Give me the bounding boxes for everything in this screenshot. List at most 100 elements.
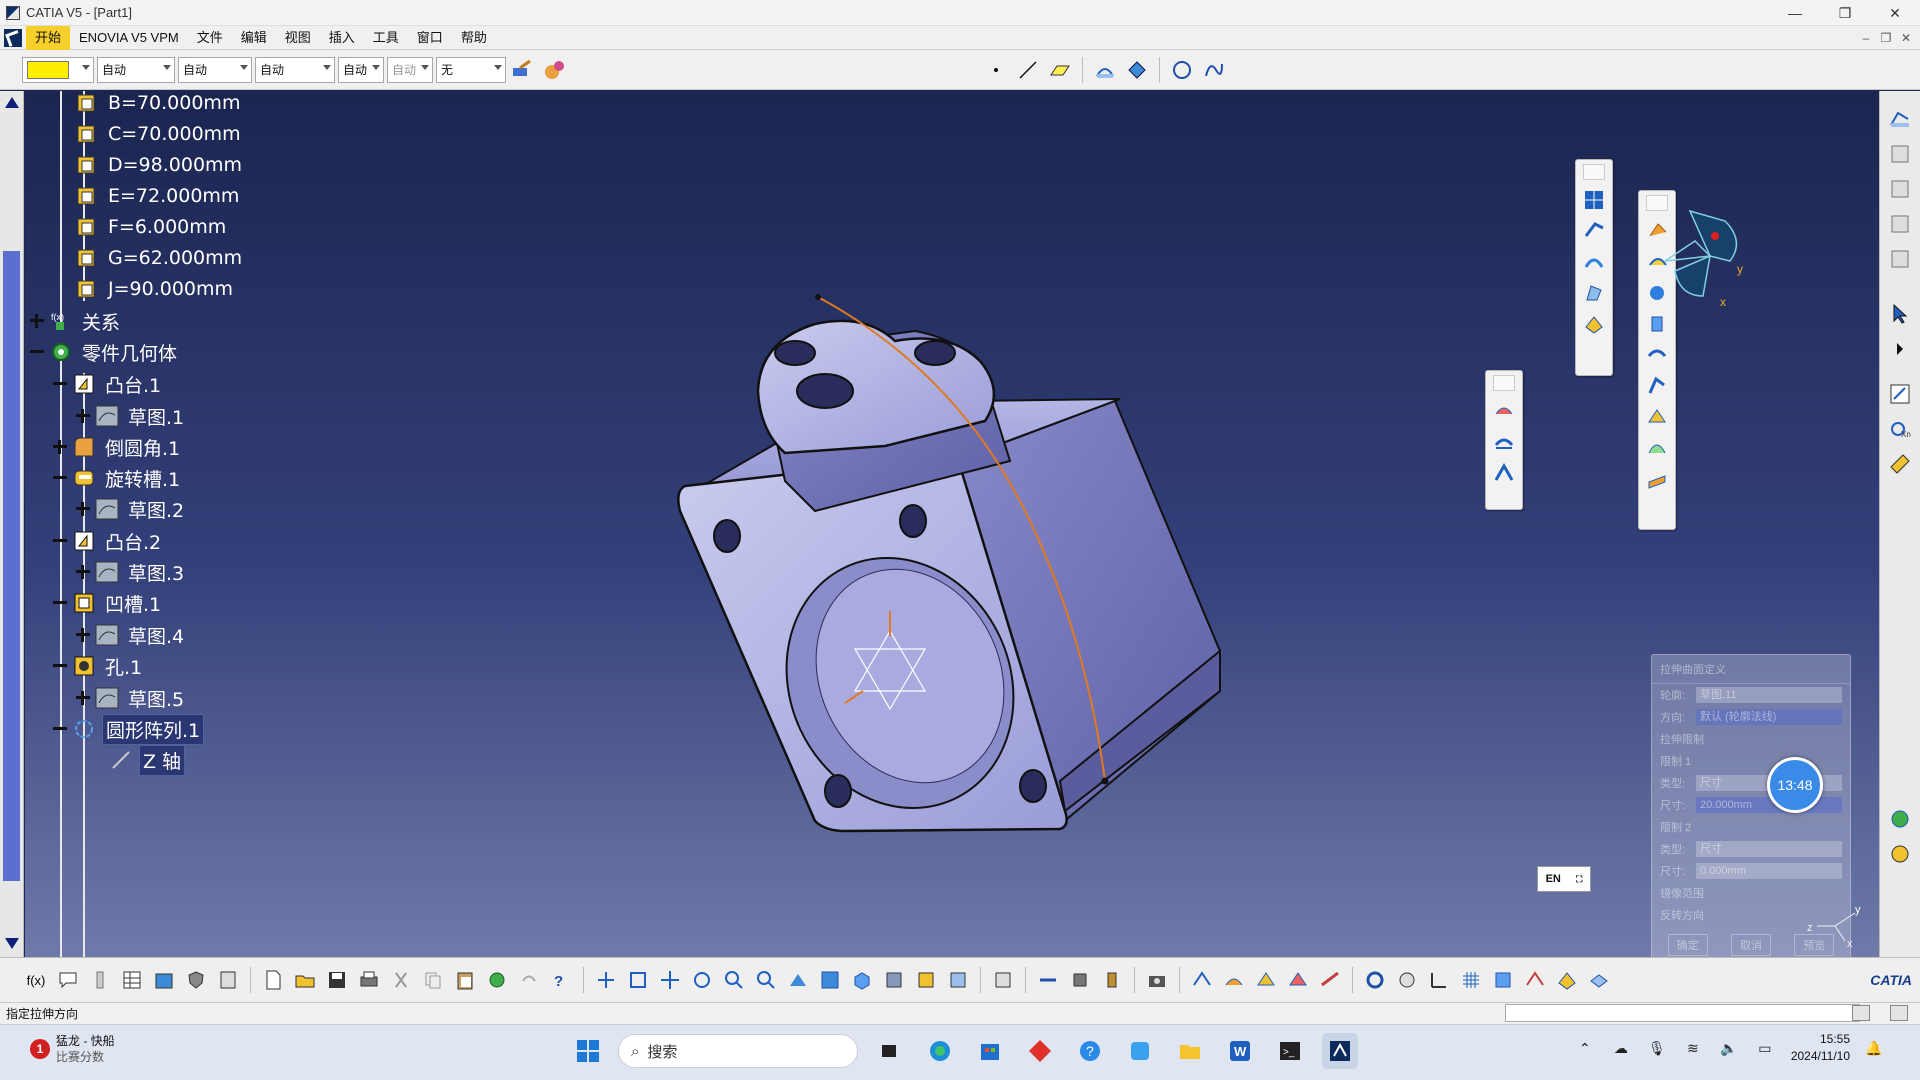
maximize-button[interactable]: ❐ bbox=[1820, 0, 1870, 26]
extract-icon[interactable] bbox=[1252, 966, 1280, 994]
select-arrow-icon[interactable] bbox=[1886, 300, 1914, 328]
tree-item-sketch-4[interactable]: 草图.4 bbox=[75, 620, 187, 650]
print-icon[interactable] bbox=[355, 966, 383, 994]
intersection-icon[interactable] bbox=[1123, 56, 1151, 84]
reverse-direction-button[interactable]: 反转方向 bbox=[1652, 904, 1850, 926]
open-folder-icon[interactable] bbox=[291, 966, 319, 994]
doc-close-button[interactable]: ✕ bbox=[1896, 31, 1916, 45]
line-type-dropdown[interactable]: 自动 bbox=[255, 56, 335, 83]
circle-icon[interactable] bbox=[1168, 56, 1196, 84]
tree-item-sketch-2[interactable]: 草图.2 bbox=[75, 494, 187, 524]
microphone-icon[interactable]: 🎙 bbox=[1647, 1038, 1667, 1058]
expand-icon[interactable] bbox=[75, 564, 91, 580]
help-icon[interactable]: ? bbox=[547, 966, 575, 994]
chevron-up-icon[interactable]: ⌃ bbox=[1575, 1038, 1595, 1058]
scroll-thumb[interactable] bbox=[3, 251, 20, 881]
snap-icon[interactable] bbox=[1521, 966, 1549, 994]
line-icon[interactable] bbox=[1014, 56, 1042, 84]
arc-surface-icon[interactable] bbox=[1581, 248, 1607, 276]
collapse-icon[interactable] bbox=[52, 595, 68, 611]
tree-item-param-c[interactable]: C=70.000mm bbox=[75, 119, 244, 149]
file-explorer-icon[interactable] bbox=[1172, 1033, 1208, 1069]
tree-item-z-axis[interactable]: Z 轴 bbox=[87, 744, 186, 776]
stop-command-icon[interactable] bbox=[1890, 1005, 1908, 1021]
collapse-icon[interactable] bbox=[52, 533, 68, 549]
wifi-icon[interactable]: ≋ bbox=[1683, 1038, 1703, 1058]
catia-logo-icon[interactable] bbox=[4, 28, 22, 47]
formula-icon[interactable]: Xn bbox=[1886, 415, 1914, 443]
adaptive-sweep-icon[interactable] bbox=[1644, 434, 1670, 462]
menu-help[interactable]: 帮助 bbox=[452, 26, 496, 50]
paste-icon[interactable] bbox=[451, 966, 479, 994]
tree-item-groove-1[interactable]: 旋转槽.1 bbox=[52, 463, 183, 493]
windows-start-icon[interactable] bbox=[570, 1033, 606, 1069]
expand-icon[interactable] bbox=[75, 627, 91, 643]
table-icon[interactable] bbox=[118, 966, 146, 994]
layer-icon[interactable] bbox=[1886, 175, 1914, 203]
tree-item-param-d[interactable]: D=98.000mm bbox=[75, 150, 245, 180]
tree-item-param-b[interactable]: B=70.000mm bbox=[75, 91, 243, 118]
tree-item-param-j[interactable]: J=90.000mm bbox=[75, 274, 236, 304]
color-dropdown[interactable] bbox=[22, 56, 94, 83]
comment-icon[interactable] bbox=[54, 966, 82, 994]
sketch-tool-icon[interactable] bbox=[1886, 105, 1914, 133]
catalog-icon[interactable] bbox=[150, 966, 178, 994]
connect-icon[interactable] bbox=[1188, 966, 1216, 994]
copilot-icon[interactable] bbox=[1122, 1033, 1158, 1069]
notifications-icon[interactable]: 🔔 bbox=[1864, 1038, 1884, 1058]
shield-icon[interactable] bbox=[182, 966, 210, 994]
spline-icon[interactable] bbox=[1200, 56, 1228, 84]
loft-icon[interactable] bbox=[1644, 403, 1670, 431]
tree-item-param-f[interactable]: F=6.000mm bbox=[75, 212, 229, 242]
word-icon[interactable]: W bbox=[1222, 1033, 1258, 1069]
layer-icon[interactable] bbox=[1886, 210, 1914, 238]
taskbar-search-input[interactable]: ⌕ 搜索 bbox=[618, 1034, 858, 1068]
plane-system-icon[interactable] bbox=[1553, 966, 1581, 994]
painter-icon[interactable] bbox=[508, 56, 536, 84]
collapse-icon[interactable] bbox=[52, 658, 68, 674]
news-widget[interactable]: 1 猛龙 - 快船 比赛分数 bbox=[30, 1033, 115, 1065]
point-symbol-dropdown[interactable]: 自动 bbox=[338, 56, 384, 83]
menu-tools[interactable]: 工具 bbox=[364, 26, 408, 50]
undo-icon[interactable] bbox=[515, 966, 543, 994]
scroll-down-arrow-icon[interactable] bbox=[5, 938, 19, 949]
menu-file[interactable]: 文件 bbox=[188, 26, 232, 50]
layer-dropdown[interactable]: 无 bbox=[436, 56, 506, 83]
store-icon[interactable] bbox=[972, 1033, 1008, 1069]
collapse-icon[interactable] bbox=[29, 344, 45, 360]
working-support-icon[interactable] bbox=[1489, 966, 1517, 994]
copy-icon[interactable] bbox=[419, 966, 447, 994]
join-icon[interactable] bbox=[1491, 397, 1517, 425]
doc-restore-button[interactable]: ❐ bbox=[1876, 31, 1896, 45]
measure-between-icon[interactable] bbox=[1034, 966, 1062, 994]
normal-view-icon[interactable] bbox=[784, 966, 812, 994]
measure-inertia-icon[interactable] bbox=[1098, 966, 1126, 994]
3d-support-icon[interactable] bbox=[1585, 966, 1613, 994]
sweep-icon[interactable] bbox=[1644, 372, 1670, 400]
rendering-style-dropdown[interactable]: 自动 bbox=[387, 56, 433, 83]
taskbar-clock[interactable]: 15:55 2024/11/10 bbox=[1791, 1031, 1850, 1065]
close-button[interactable]: ✕ bbox=[1870, 0, 1920, 26]
tree-item-circular-pattern-1[interactable]: 圆形阵列.1 bbox=[52, 713, 205, 745]
rotate-icon[interactable] bbox=[688, 966, 716, 994]
battery-icon[interactable]: ▭ bbox=[1755, 1038, 1775, 1058]
volume-icon[interactable]: 🔈 bbox=[1719, 1038, 1739, 1058]
help-app-icon[interactable]: ? bbox=[1072, 1033, 1108, 1069]
onedrive-icon[interactable]: ☁ bbox=[1611, 1038, 1631, 1058]
ok-button[interactable]: 确定 bbox=[1667, 934, 1708, 956]
compass-icon[interactable]: x y bbox=[1655, 201, 1775, 341]
trim-icon[interactable] bbox=[1316, 966, 1344, 994]
multi-section-icon[interactable] bbox=[1581, 310, 1607, 338]
preview-button[interactable]: 预览 bbox=[1794, 934, 1835, 956]
hide-show-icon[interactable] bbox=[912, 966, 940, 994]
menu-edit[interactable]: 编辑 bbox=[232, 26, 276, 50]
measure-icon[interactable] bbox=[1886, 450, 1914, 478]
fly-mode-icon[interactable] bbox=[592, 966, 620, 994]
new-file-icon[interactable] bbox=[259, 966, 287, 994]
project-icon[interactable] bbox=[1091, 56, 1119, 84]
edge-browser-icon[interactable] bbox=[922, 1033, 958, 1069]
plane-icon[interactable] bbox=[1046, 56, 1074, 84]
formula-fx-icon[interactable]: f(x) bbox=[22, 966, 50, 994]
command-input[interactable] bbox=[1505, 1004, 1860, 1022]
doc-minimize-button[interactable]: – bbox=[1856, 31, 1876, 45]
